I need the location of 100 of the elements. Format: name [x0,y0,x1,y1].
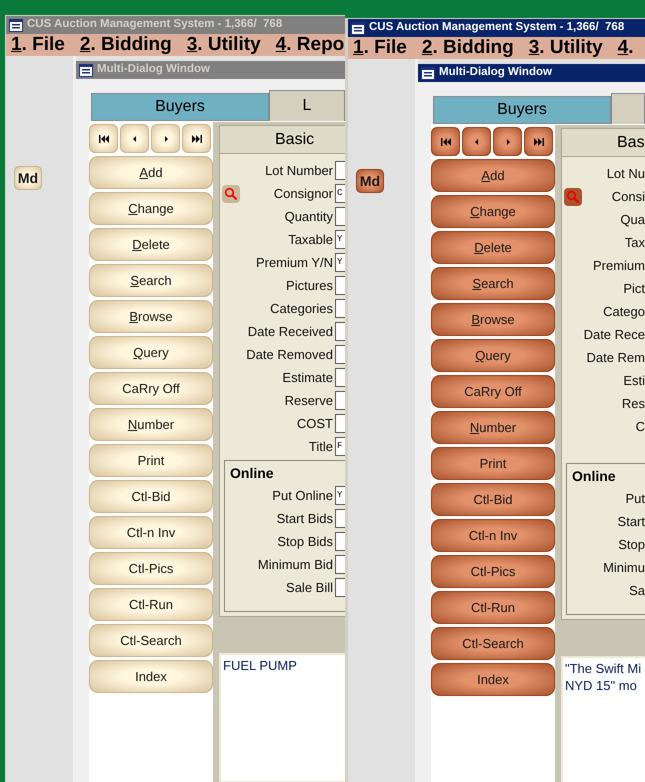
action-button[interactable]: Change [431,195,555,228]
input-field[interactable] [335,322,345,341]
field-label: Date Received [246,322,333,341]
first-record-icon [440,138,450,146]
nav-button[interactable] [182,124,211,153]
group-title: Online [229,464,275,483]
action-button[interactable]: Print [89,444,213,477]
field-label: Start [616,512,645,531]
menu-item[interactable]: 4. [618,37,634,59]
input-field[interactable] [335,414,345,433]
field-label: Taxable [287,230,333,249]
side-button[interactable]: Md [356,169,384,193]
menu-item[interactable]: 2. Bidding [80,34,172,56]
field-label: Date Rece [582,326,645,344]
notes-box[interactable]: "The Swift Mi NYD 15" mo [561,656,645,782]
field-label: Consi [610,188,645,206]
action-button[interactable]: Ctl-Run [431,591,555,624]
dialog-icon [421,66,435,80]
input-field[interactable]: F [335,437,345,456]
action-button[interactable]: Browse [89,300,213,333]
field-label: Premium Y/N [254,254,333,272]
tab[interactable]: Buyers [91,93,269,121]
action-button[interactable]: Ctl-Search [431,627,555,660]
input-field[interactable] [335,161,345,180]
input-field[interactable] [335,509,345,528]
action-button[interactable]: Ctl-Pics [89,552,213,585]
action-button[interactable]: Ctl-Search [89,624,213,657]
input-field[interactable] [335,578,345,597]
action-button[interactable]: Ctl-Run [89,588,213,621]
input-field[interactable] [335,345,345,364]
field-label: Catego [602,302,645,321]
tab[interactable]: Buyers [433,96,611,124]
action-button[interactable]: Search [431,267,555,300]
action-button[interactable]: Index [89,660,213,693]
notes-text: FUEL PUMP [223,657,298,674]
input-field[interactable]: Y [335,230,345,249]
action-button[interactable]: Ctl-n Inv [431,519,555,552]
menu-item[interactable]: 4. Repo [276,34,344,56]
menu-item[interactable]: 3. Utility [528,37,603,59]
field-label: Sa [628,582,645,600]
action-button[interactable]: Query [431,339,555,372]
side-button[interactable]: Md [14,166,42,190]
action-button[interactable]: Search [89,264,213,297]
search-icon[interactable] [222,184,240,202]
window-icon [9,18,23,32]
input-field[interactable] [335,391,345,410]
action-button[interactable]: Delete [89,228,213,261]
action-button[interactable]: CaRry Off [431,375,555,408]
group-title: Bas [617,132,645,152]
action-button[interactable]: Delete [431,231,555,264]
input-field[interactable]: Y [335,486,345,505]
search-icon[interactable] [564,188,582,206]
menu-item[interactable]: 3. Utility [186,34,261,56]
menu-item[interactable]: 1. File [353,37,407,59]
group-title: Online [571,467,617,486]
nav-button[interactable] [431,127,460,156]
menu-item[interactable]: 1. File [11,34,65,56]
action-button[interactable]: Print [431,447,555,480]
nav-button[interactable] [462,127,491,156]
field-label: Put Online [271,486,333,505]
field-label: COST [296,414,333,433]
action-button[interactable]: Add [89,156,213,189]
action-button[interactable]: Ctl-Bid [89,480,213,513]
dialog-title: Multi-Dialog Window [97,62,210,78]
field-label: Consignor [272,184,333,203]
action-button[interactable]: Add [431,159,555,192]
field-label: Res [620,394,645,413]
field-label: Minimum Bid [256,556,333,574]
action-button[interactable]: Query [89,336,213,369]
input-field[interactable] [335,207,345,226]
action-button[interactable]: Number [89,408,213,441]
action-button[interactable]: Ctl-Pics [431,555,555,588]
action-button[interactable]: Index [431,663,555,696]
action-button[interactable]: Change [89,192,213,225]
action-button[interactable]: Ctl-n Inv [89,516,213,549]
input-field[interactable] [335,555,345,574]
window-icon [351,22,365,34]
menu-item[interactable]: 2. Bidding [422,37,514,59]
nav-button[interactable] [524,127,553,156]
last-record-icon [534,138,544,146]
action-button[interactable]: Ctl-Bid [431,483,555,516]
nav-button[interactable] [493,127,522,156]
field-label: Pict [622,280,645,298]
field-label: Lot Nu [606,164,645,183]
action-button[interactable]: Number [431,411,555,444]
nav-button[interactable] [89,124,118,153]
action-button[interactable]: Browse [431,303,555,336]
input-field[interactable] [335,532,345,551]
notes-box[interactable]: FUEL PUMP [219,653,345,782]
tab[interactable]: L [269,90,345,121]
input-field[interactable] [335,276,345,295]
action-button[interactable]: CaRry Off [89,372,213,405]
input-field[interactable] [335,368,345,387]
window-title: CUS Auction Management System - 1,366/ 768 [27,17,282,32]
window-title: CUS Auction Management System - 1,366/ 768 [369,20,624,36]
field-label: Put [624,490,645,508]
input-field[interactable] [335,299,345,318]
notes-text: "The Swift Mi [565,660,642,677]
input-field[interactable]: C [335,184,345,203]
input-field[interactable]: Y [335,253,345,272]
